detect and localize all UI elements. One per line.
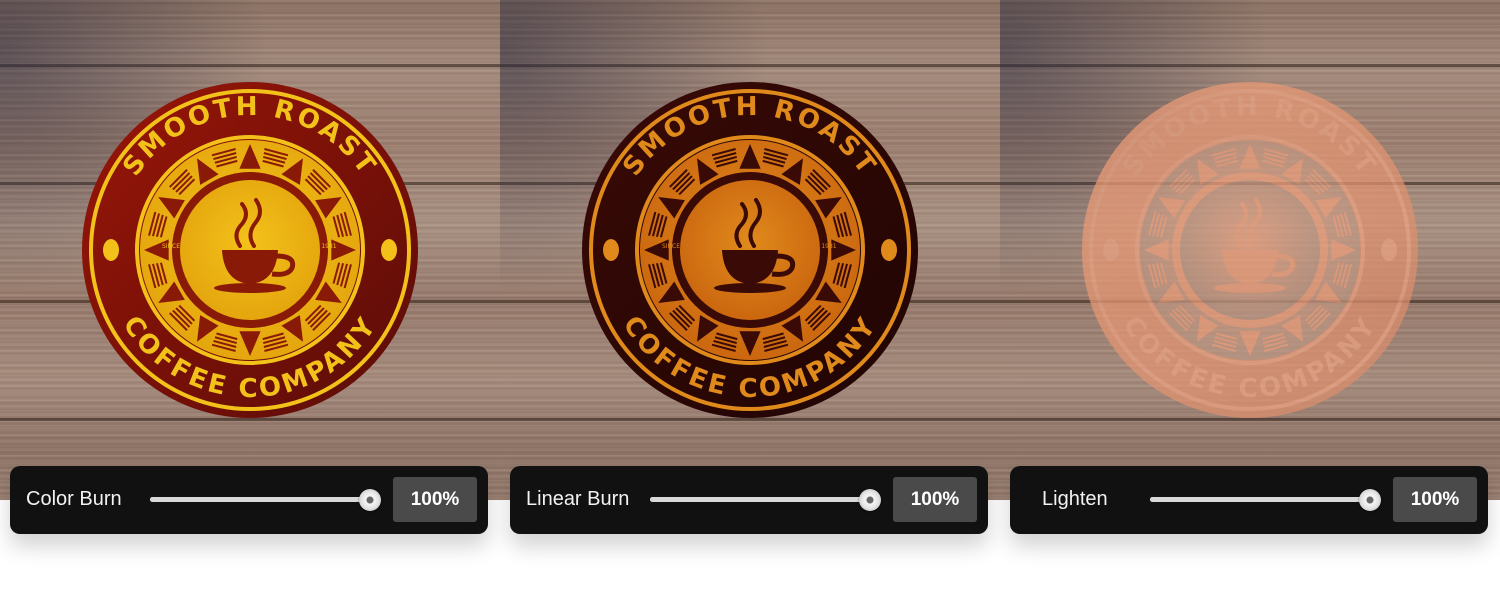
slider-fill [150, 497, 370, 502]
opacity-value-field[interactable]: 100% [1393, 477, 1477, 522]
blend-mode-label[interactable]: Linear Burn [526, 488, 629, 511]
coffee-bean-icon [381, 239, 397, 261]
emblem-since-label: SINCE [162, 243, 180, 250]
blend-mode-control: Color Burn 100% [10, 466, 488, 534]
slider-handle[interactable] [1359, 489, 1381, 511]
opacity-value-field[interactable]: 100% [893, 477, 977, 522]
coffee-bean-icon [881, 239, 897, 261]
coffee-emblem: SMOOTH ROAST COFFEE COMPANY SINCE 1981 [1000, 0, 1500, 500]
slider-handle[interactable] [859, 489, 881, 511]
emblem-year: 1981 [321, 243, 336, 250]
slider-fill [650, 497, 870, 502]
panel-linear-burn: SMOOTH ROAST COFFEE COMPANY SINCE 1981 [500, 0, 1000, 500]
panel-lighten: SMOOTH ROAST COFFEE COMPANY SINCE 1981 [1000, 0, 1500, 500]
blend-mode-control: Lighten 100% [1010, 466, 1488, 534]
coffee-bean-icon [1381, 239, 1397, 261]
emblem-since-label: SINCE [1162, 243, 1180, 250]
blend-mode-control: Linear Burn 100% [510, 466, 988, 534]
slider-fill [1150, 497, 1370, 502]
opacity-slider[interactable] [150, 489, 381, 511]
coffee-emblem: SMOOTH ROAST COFFEE COMPANY SINCE 1981 [500, 0, 1000, 500]
panel-color-burn: SMOOTH ROAST COFFEE COMPANY SINCE 1981 [0, 0, 500, 500]
slider-handle[interactable] [359, 489, 381, 511]
blend-mode-label[interactable]: Lighten [1042, 488, 1108, 511]
coffee-emblem: SMOOTH ROAST COFFEE COMPANY SINCE 1981 [0, 0, 500, 500]
opacity-slider[interactable] [1150, 489, 1381, 511]
emblem-year: 1981 [821, 243, 836, 250]
opacity-slider[interactable] [650, 489, 881, 511]
emblem-since-label: SINCE [662, 243, 680, 250]
opacity-value-field[interactable]: 100% [393, 477, 477, 522]
coffee-bean-icon [1103, 239, 1119, 261]
emblem-year: 1981 [1321, 243, 1336, 250]
blend-mode-label[interactable]: Color Burn [26, 488, 122, 511]
coffee-bean-icon [103, 239, 119, 261]
coffee-bean-icon [603, 239, 619, 261]
